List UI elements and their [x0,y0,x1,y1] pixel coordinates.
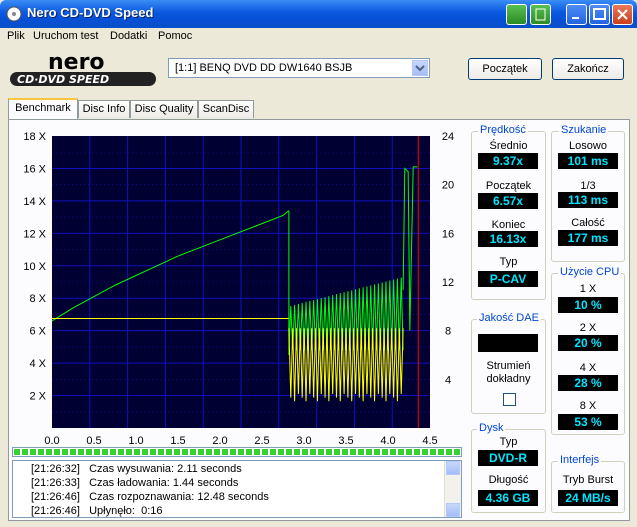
log-row: [21:26:46] Czas rozpoznawania: 12.48 sec… [31,491,269,503]
cpu-4x-label: 4 X [579,362,597,374]
seek-third-value: 113 ms [558,192,618,208]
title-bar: Nero CD-DVD Speed [0,0,637,28]
speed-end-value: 16.13x [478,231,538,247]
chevron-down-icon[interactable] [412,60,428,76]
y-left-tick: 10 X [23,261,46,273]
progress-bar [12,447,462,457]
dae-title: Jakość DAE [477,312,541,324]
interface-burst-value: 24 MB/s [558,490,618,506]
dae-value [478,334,538,352]
log-scrollbar[interactable] [444,461,461,517]
cpu-2x-value: 20 % [558,335,618,351]
y-right-tick: 16 [442,228,454,240]
menu-dodatki[interactable]: Dodatki [110,30,147,42]
x-tick: 4.5 [422,435,437,446]
y-left-tick: 6 X [29,326,46,338]
y-right-tick: 24 [442,131,454,143]
menu-uruchom-test[interactable]: Uruchom test [33,30,98,42]
x-tick: 4.0 [380,435,395,446]
save-icon[interactable] [530,4,551,25]
dae-stream-label: Strumień dokładny [486,360,531,385]
chart-svg: 18 X 16 X 14 X 12 X 10 X 8 X 6 X 4 X 2 X 24 20 16 12… [23,131,454,447]
maximize-button[interactable] [589,4,610,25]
log-row: [21:26:46] Upłynęło: 0:16 [31,505,163,517]
disc-type-label: Typ [499,436,518,448]
y-left-tick: 4 X [29,358,46,370]
drive-select[interactable]: [1:1] BENQ DVD DD DW1640 BSJB [168,58,430,78]
extra-button-1[interactable] [506,4,527,25]
disc-type-value: DVD-R [478,450,538,466]
y-left-tick: 16 X [23,163,46,175]
x-tick: 0.5 [86,435,101,446]
x-tick: 0.0 [44,435,59,446]
speed-start-label: Początek [485,180,532,192]
seek-random-value: 101 ms [558,153,618,169]
seek-full-value: 177 ms [558,230,618,246]
cpu-1x-label: 1 X [579,283,597,295]
cpu-8x-value: 53 % [558,414,618,430]
cpu-2x-label: 2 X [579,322,597,334]
menu-plik[interactable]: Plik [7,30,25,42]
log-row: [21:26:32] Czas wysuwania: 2.11 seconds [31,463,242,475]
dae-stream-checkbox[interactable] [503,393,516,406]
cpu-4x-value: 28 % [558,375,618,391]
x-tick: 3.0 [296,435,311,446]
x-tick: 1.0 [128,435,143,446]
close-button[interactable] [612,4,633,25]
menu-bar: Plik Uruchom test Dodatki Pomoc [0,28,637,46]
y-left-tick: 14 X [23,196,46,208]
seek-full-label: Całość [571,217,605,229]
drive-select-value: [1:1] BENQ DVD DD DW1640 BSJB [175,62,353,74]
finish-button[interactable]: Zakończ [552,58,624,80]
logo-sub: CD·DVD SPEED [17,73,109,86]
y-right-tick: 20 [442,180,454,192]
window-title: Nero CD-DVD Speed [27,5,154,20]
speed-type-label: Typ [499,256,518,268]
disc-title: Dysk [477,422,506,434]
seek-random-label: Losowo [569,140,607,152]
interface-burst-label: Tryb Burst [562,474,614,486]
speed-title: Prędkość [478,124,528,136]
y-right-tick: 4 [445,374,451,386]
speed-avg-label: Średnio [489,140,528,152]
log-row: [21:26:33] Czas ładowania: 1.44 seconds [31,477,239,489]
seek-third-label: 1/3 [580,180,596,192]
tab-benchmark[interactable]: Benchmark [8,98,78,119]
disc-length-label: Długość [488,474,529,486]
minimize-button[interactable] [566,4,587,25]
speed-avg-value: 9.37x [478,153,538,169]
speed-start-value: 6.57x [478,193,538,209]
disc-length-value: 4.36 GB [478,490,538,506]
cpu-8x-label: 8 X [579,400,597,412]
cpu-title: Użycie CPU [558,266,622,278]
speed-end-label: Koniec [491,219,526,231]
seek-title: Szukanie [559,124,609,136]
y-left-tick: 2 X [29,391,46,403]
progress-fill [14,449,460,455]
log-list: [21:26:32] Czas wysuwania: 2.11 seconds … [12,460,462,518]
tab-disc-info[interactable]: Disc Info [78,100,130,118]
logo-brand: nero [48,52,105,75]
y-left-tick: 8 X [29,293,46,305]
x-tick: 3.5 [338,435,353,446]
benchmark-chart: 18 X 16 X 14 X 12 X 10 X 8 X 6 X 4 X 2 X 24 20 16 12… [10,124,466,447]
start-button[interactable]: Początek [468,58,542,80]
tab-disc-quality[interactable]: Disc Quality [130,100,198,118]
y-left-tick: 18 X [23,131,46,143]
nero-logo: nero CD·DVD SPEED [8,50,158,88]
scroll-up-icon[interactable] [446,461,460,475]
interface-title: Interfejs [558,454,602,466]
y-right-tick: 12 [442,277,454,289]
x-tick: 2.5 [254,435,269,446]
menu-pomoc[interactable]: Pomoc [158,30,192,42]
x-tick: 1.5 [170,435,185,446]
scroll-down-icon[interactable] [446,503,460,517]
speed-type-value: P-CAV [478,271,538,287]
x-tick: 2.0 [212,435,227,446]
y-left-tick: 12 X [23,228,46,240]
cpu-1x-value: 10 % [558,297,618,313]
tab-scandisc[interactable]: ScanDisc [198,100,254,118]
y-right-tick: 8 [445,326,451,338]
app-icon [6,6,22,22]
